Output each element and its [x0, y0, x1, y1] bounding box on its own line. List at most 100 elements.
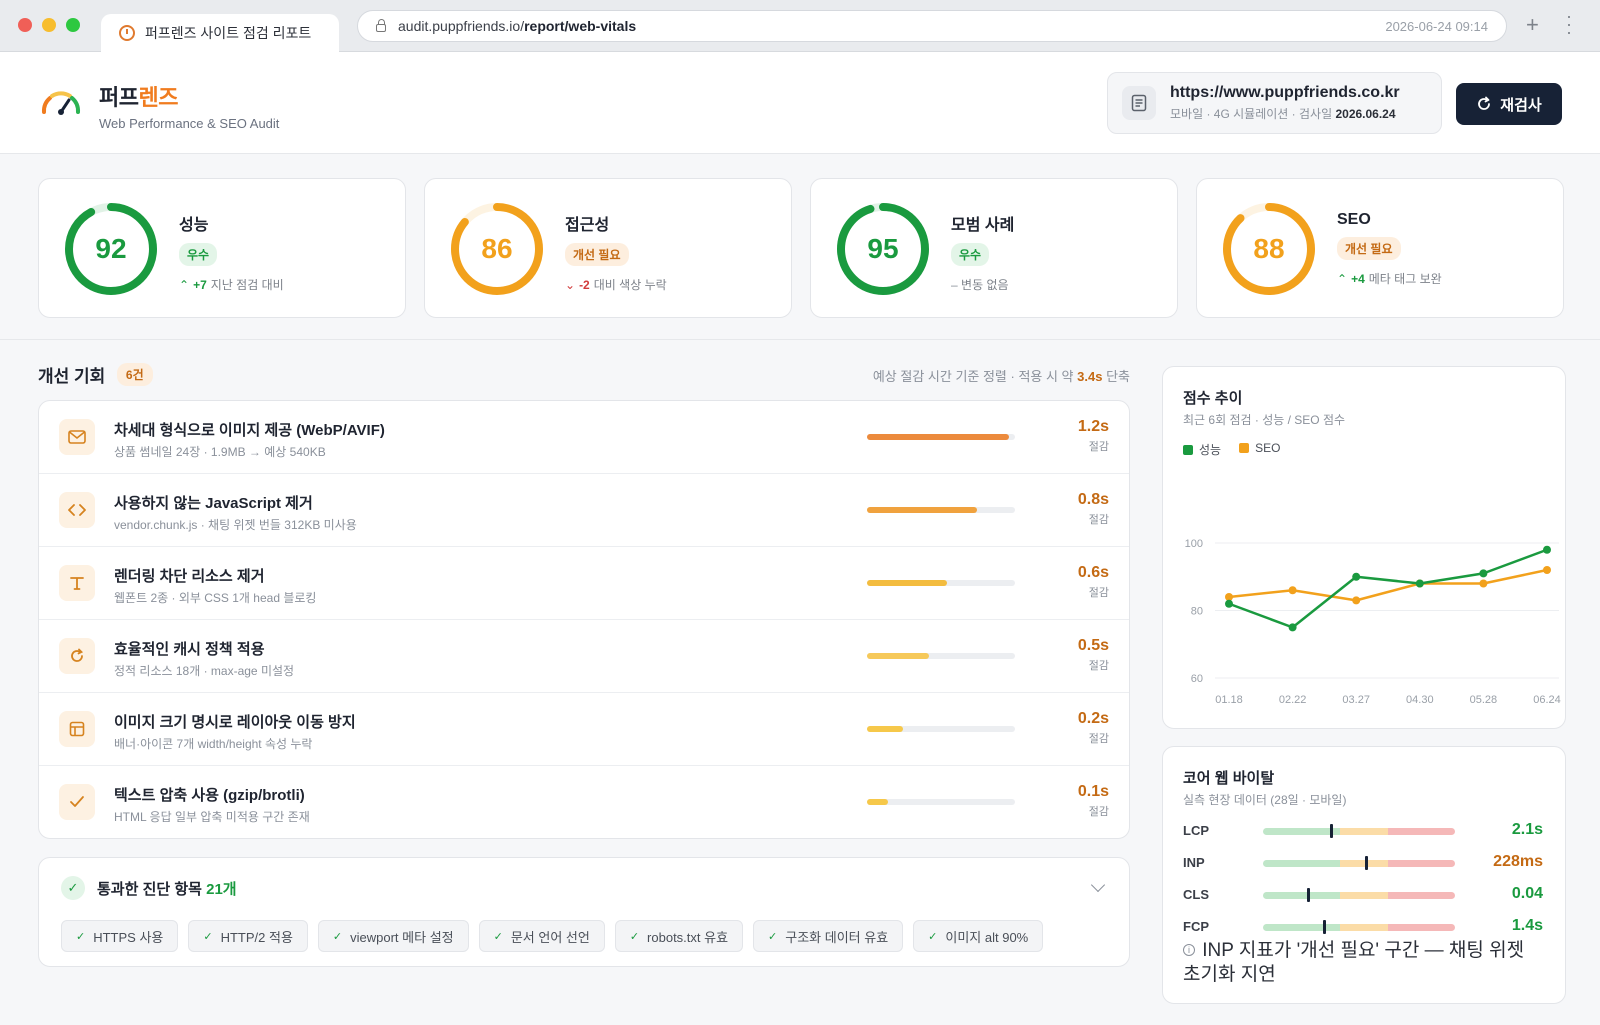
score-title: SEO [1337, 211, 1371, 228]
score-gauge: 95 [835, 201, 931, 297]
chip-label: robots.txt 유효 [647, 929, 729, 945]
score-title: 접근성 [565, 217, 610, 234]
score-delta: ⌃ +4 메타 태그 보완 [1337, 270, 1442, 287]
score-card[interactable]: 86 접근성 개선 필요 ⌄ -2 대비 색상 누락 [424, 178, 792, 318]
savings-value: 0.1s [1077, 783, 1109, 800]
score-card[interactable]: 88 SEO 개선 필요 ⌃ +4 메타 태그 보완 [1196, 178, 1564, 318]
savings-bar [867, 507, 1015, 513]
browser-tab[interactable]: 퍼프렌즈 사이트 점검 리포트 [101, 14, 339, 52]
savings-bar-fill [867, 653, 930, 659]
cwv-distribution-bar [1263, 924, 1455, 931]
savings: 0.2s 절감 [1078, 710, 1109, 746]
tab-title: 퍼프렌즈 사이트 점검 리포트 [145, 25, 312, 41]
opportunity-name: 차세대 형식으로 이미지 제공 (WebP/AVIF) [114, 422, 385, 439]
document-icon [1122, 86, 1156, 120]
address-bar[interactable]: audit.puppfriends.io/report/web-vitals 2… [357, 10, 1507, 42]
y-tick-label: 60 [1191, 673, 1203, 685]
score-summary: 92 성능 우수 ⌃ +7 지난 점검 대비 86 접근성 개선 필요 ⌄ -2 대비 색상 누락 95… [0, 154, 1600, 340]
cwv-metric-value: 0.04 [1511, 885, 1543, 902]
data-point [1543, 566, 1551, 574]
opportunity-description: 상품 썸네일 24장 · 1.9MB → 예상 540KB [114, 445, 326, 459]
data-point [1225, 599, 1233, 608]
chip-label: viewport 메타 설정 [350, 929, 454, 945]
score-gauge: 86 [449, 201, 545, 297]
brand-name: 퍼프렌즈 [99, 85, 178, 110]
delta-value: +4 [1351, 272, 1365, 286]
cwv-metric-label: LCP [1183, 823, 1209, 838]
cwv-metric-label: FCP [1183, 919, 1209, 934]
cwv-marker [1322, 920, 1326, 934]
series-line [1228, 568, 1548, 602]
score-card[interactable]: 95 모범 사례 우수 – 변동 없음 [810, 178, 1178, 318]
recheck-button[interactable]: 재검사 [1456, 83, 1562, 125]
opportunity-name: 텍스트 압축 사용 (gzip/brotli) [114, 787, 305, 804]
opportunity-description: 웹폰트 2종 · 외부 CSS 1개 head 블로킹 [114, 591, 317, 605]
savings-label: 절감 [1088, 441, 1109, 453]
opportunities-count-badge: 6건 [116, 363, 153, 386]
passed-audit-chips: ✓ HTTPS 사용 ✓ HTTP/2 적용 ✓ viewport 메타 설정 ✓ 문서 언어… [61, 920, 1044, 952]
opportunity-row[interactable]: 텍스트 압축 사용 (gzip/brotli) HTML 응답 일부 압축 미적용… [39, 766, 1129, 838]
savings-label: 절감 [1088, 733, 1109, 745]
score-gauge: 92 [63, 201, 159, 297]
cwv-metric-label: CLS [1183, 887, 1209, 902]
new-tab-icon[interactable]: + [1526, 12, 1539, 38]
opportunities-list: 차세대 형식으로 이미지 제공 (WebP/AVIF) 상품 썸네일 24장 · … [38, 400, 1130, 839]
check-icon [59, 784, 95, 820]
passed-audits-header[interactable]: ✓ 통과한 진단 항목 21개 [61, 876, 237, 900]
check-icon: ✓ [928, 930, 938, 943]
cwv-distribution-bar [1263, 828, 1455, 835]
chevron-down-icon[interactable] [1090, 877, 1106, 893]
savings-bar [867, 580, 1015, 586]
opportunity-name: 렌더링 차단 리소스 제거 [114, 568, 265, 585]
passed-audit-chip: ✓ viewport 메타 설정 [317, 920, 469, 952]
savings-bar [867, 726, 1015, 732]
savings-value: 0.5s [1077, 637, 1109, 654]
opportunity-row[interactable]: 렌더링 차단 리소스 제거웹폰트 2종 · 외부 CSS 1개 head 블로킹… [39, 547, 1129, 620]
more-menu-icon[interactable]: · · · [1566, 7, 1572, 41]
check-circle-icon: ✓ [61, 876, 85, 900]
score-card[interactable]: 92 성능 우수 ⌃ +7 지난 점검 대비 [38, 178, 406, 318]
score-value: 92 [95, 233, 127, 264]
opportunity-row[interactable]: 효율적인 캐시 정책 적용 정적 리소스 18개 · max-age 미설정 0.5… [39, 620, 1129, 693]
score-trend-panel: 점수 추이 최근 6회 점검 · 성능 / SEO 점수 성능 SEO 60 80 1… [1162, 366, 1566, 729]
check-icon: ✓ [493, 930, 503, 943]
data-point [1479, 579, 1488, 588]
savings: 0.1s 절감 [1078, 783, 1109, 819]
score-title: 성능 [179, 217, 209, 234]
cwv-metric-value: 228ms [1493, 853, 1543, 870]
savings-bar [867, 799, 1015, 805]
opportunity-row[interactable]: 차세대 형식으로 이미지 제공 (WebP/AVIF) 상품 썸네일 24장 · … [39, 401, 1129, 474]
cwv-title: 코어 웹 바이탈 [1183, 770, 1275, 787]
passed-audit-chip: ✓ HTTPS 사용 [61, 920, 179, 952]
y-tick-label: 80 [1191, 606, 1203, 618]
score-value: 86 [481, 233, 513, 264]
score-gauge: 88 [1221, 201, 1317, 297]
savings-bar-fill [867, 580, 947, 586]
check-icon: ✓ [203, 930, 213, 943]
cwv-metric-row: INP 228ms [1183, 853, 1543, 873]
passed-audit-chip: ✓ 이미지 alt 90% [913, 920, 1044, 952]
minimize-window-button[interactable] [42, 18, 56, 32]
x-tick-label: 04.30 [1406, 694, 1434, 706]
opportunity-description: 정적 리소스 18개 · max-age 미설정 [114, 664, 295, 678]
maximize-window-button[interactable] [66, 18, 80, 32]
savings: 0.5s 절감 [1078, 637, 1109, 673]
opportunity-row[interactable]: 이미지 크기 명시로 레이아웃 이동 방지 배너·아이콘 7개 width/hei… [39, 693, 1129, 766]
data-point [1415, 579, 1424, 588]
arrow-up-icon: ⌃ [179, 278, 190, 292]
opportunity-name: 이미지 크기 명시로 레이아웃 이동 방지 [114, 714, 356, 731]
site-meta: 모바일 · 4G 시뮬레이션 · 검사일 2026.06.24 [1170, 107, 1396, 121]
close-window-button[interactable] [18, 18, 32, 32]
score-value: 88 [1253, 233, 1285, 264]
chip-label: 문서 언어 선언 [510, 929, 590, 945]
savings: 1.2s 절감 [1078, 418, 1109, 454]
status-badge: 개선 필요 [565, 243, 629, 266]
cwv-metric-value: 1.4s [1511, 917, 1543, 934]
delta-value: -2 [579, 278, 590, 292]
opportunity-name: 사용하지 않는 JavaScript 제거 [114, 495, 313, 512]
x-tick-label: 02.22 [1279, 694, 1307, 706]
opportunity-row[interactable]: 사용하지 않는 JavaScript 제거 vendor.chunk.js · 채… [39, 474, 1129, 547]
opportunity-description: HTML 응답 일부 압축 미적용 구간 존재 [114, 810, 310, 824]
check-icon: ✓ [768, 930, 778, 943]
core-web-vitals-panel: 코어 웹 바이탈 실측 현장 데이터 (28일 · 모바일) LCP 2.1s IN… [1162, 746, 1566, 1004]
